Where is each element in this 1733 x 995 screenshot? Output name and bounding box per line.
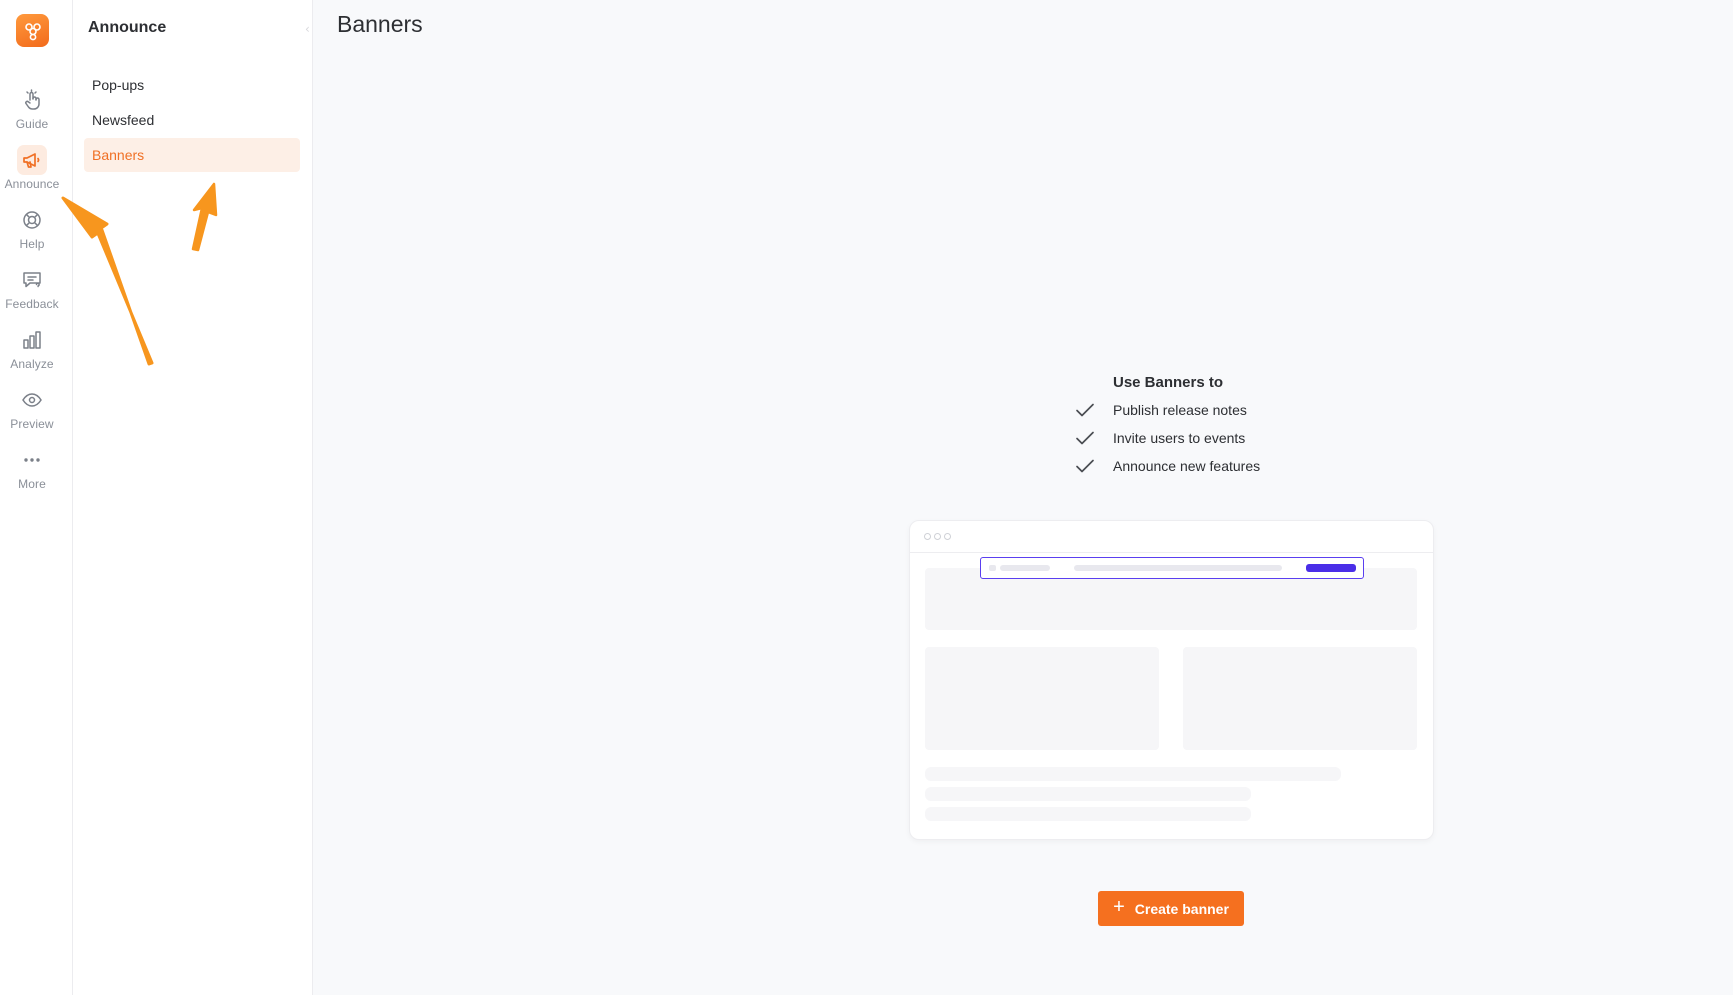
create-banner-label: Create banner	[1134, 900, 1229, 917]
use-item-text: Invite users to events	[1113, 430, 1246, 446]
sidebar-item-pop-ups[interactable]: Pop-ups	[84, 68, 300, 102]
grape-logo-icon	[24, 22, 41, 40]
mock-card-block	[1183, 647, 1417, 750]
uses-title: Use Banners to	[1113, 374, 1224, 391]
hand-pointer-icon	[17, 85, 47, 115]
mock-banner	[980, 557, 1364, 579]
rail-item-more[interactable]: More	[0, 445, 64, 501]
app-logo[interactable]	[16, 14, 49, 47]
rail-label-guide: Guide	[15, 117, 49, 131]
rail-label-feedback: Feedback	[5, 297, 59, 311]
mock-card-block	[925, 647, 1159, 750]
list-item: Publish release notes	[1074, 396, 1334, 424]
rail-label-more: More	[18, 477, 46, 491]
check-icon	[1076, 403, 1094, 417]
rail-item-feedback[interactable]: Feedback	[0, 265, 64, 321]
rail-item-announce[interactable]: Announce	[0, 145, 64, 201]
use-item-text: Publish release notes	[1113, 402, 1247, 418]
mock-text-line	[925, 767, 1341, 781]
rail-label-analyze: Analyze	[10, 357, 54, 371]
mock-text-line	[925, 807, 1251, 821]
rail-item-preview[interactable]: Preview	[0, 385, 64, 441]
mock-banner-button	[1306, 564, 1356, 572]
rail-item-analyze[interactable]: Analyze	[0, 325, 64, 381]
list-item: Announce new features	[1074, 452, 1334, 480]
sidebar-item-label: Newsfeed	[92, 112, 155, 128]
secondary-sidebar: Announce Pop-ups Newsfeed Banners	[73, 0, 313, 995]
rail-label-announce: Announce	[4, 177, 60, 191]
mock-browser-bar	[910, 521, 1433, 553]
more-dots-icon	[17, 445, 47, 475]
use-item-text: Announce new features	[1113, 458, 1261, 474]
window-dot	[934, 533, 941, 540]
list-item: Invite users to events	[1074, 424, 1334, 452]
mock-banner-icon	[989, 565, 996, 571]
rail-label-preview: Preview	[10, 417, 54, 431]
plus-icon: +	[1113, 896, 1125, 918]
megaphone-icon	[17, 145, 47, 175]
check-icon	[1076, 431, 1094, 445]
create-banner-button[interactable]: + Create banner	[1098, 891, 1244, 926]
rail-item-guide[interactable]: Guide	[0, 85, 64, 141]
chat-question-icon	[17, 265, 47, 295]
uses-list: Use Banners to Publish release notes Inv…	[1074, 374, 1334, 480]
window-dot	[944, 533, 951, 540]
mock-banner-line	[1074, 565, 1282, 571]
banner-illustration	[909, 520, 1434, 840]
check-icon	[1076, 459, 1094, 473]
sidebar-item-newsfeed[interactable]: Newsfeed	[84, 103, 300, 137]
rail-item-help[interactable]: Help	[0, 205, 64, 261]
icon-rail: Guide Announce Help Feedback Analyze Pre…	[0, 0, 73, 995]
sidebar-item-label: Banners	[92, 147, 145, 163]
page-title: Banners	[337, 11, 423, 37]
lifebuoy-icon	[17, 205, 47, 235]
bar-chart-icon	[17, 325, 47, 355]
rail-label-help: Help	[19, 237, 45, 251]
mock-banner-line	[1000, 565, 1050, 571]
sidebar-item-banners[interactable]: Banners	[84, 138, 300, 172]
collapse-sidebar-icon[interactable]: ‹	[305, 22, 319, 36]
eye-icon	[17, 385, 47, 415]
mock-text-line	[925, 787, 1251, 801]
window-dot	[924, 533, 931, 540]
sidebar-title: Announce	[88, 19, 167, 36]
sidebar-item-label: Pop-ups	[92, 77, 145, 93]
